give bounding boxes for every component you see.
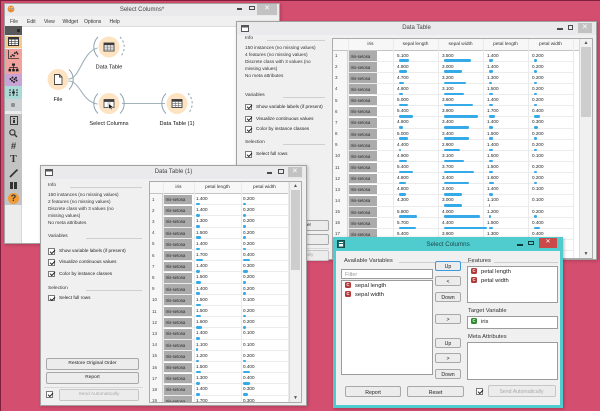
svg-text:Data Table: Data Table	[96, 65, 123, 71]
svg-text:File: File	[53, 97, 62, 103]
svg-text:Select Columns: Select Columns	[89, 121, 128, 127]
svg-text:Data Table (1): Data Table (1)	[159, 121, 194, 127]
